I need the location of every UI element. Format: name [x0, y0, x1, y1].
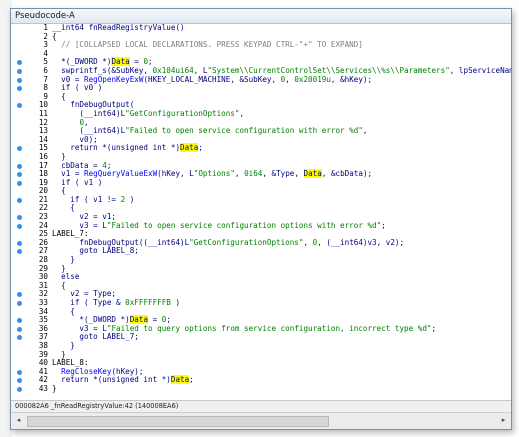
breakpoint-dot-icon[interactable] [17, 326, 22, 332]
code-token[interactable]: 0x20019u [294, 75, 331, 84]
code-token[interactable]: , &hKey); [331, 75, 372, 84]
breakpoint-dot-icon[interactable] [17, 180, 22, 186]
code-token[interactable]: ; [198, 143, 203, 153]
code-line[interactable]: 11 (__int64)L"GetConfigurationOptions", [37, 109, 507, 119]
pseudocode-window: Pseudocode-A 1 __int64 fnReadRegistryValu… [10, 8, 512, 430]
code-line[interactable]: 33 if ( Type & 0xFFFFFFFB ) [17, 298, 507, 308]
code-line[interactable]: 37 goto LABEL_7; [17, 333, 507, 342]
code-token[interactable]: "Failed to open service configuration wi… [125, 126, 363, 135]
window-title: Pseudocode-A [15, 11, 75, 21]
code-token[interactable]: "Options" [194, 169, 235, 178]
code-token[interactable]: "GetConfigurationOptions" [189, 238, 303, 247]
code-token[interactable]: __int64 fnReadRegistryValue() [52, 24, 185, 32]
code-line[interactable]: 3 // [COLLAPSED LOCAL DECLARATIONS. PRES… [37, 40, 507, 50]
highlighted-token[interactable]: Data [180, 143, 199, 153]
highlighted-token[interactable]: Data [170, 375, 190, 385]
code-token[interactable]: return *(unsigned int *) [52, 143, 180, 153]
code-line[interactable]: 19 if ( v1 ) [17, 178, 507, 188]
status-bar: 000082A6 _fnReadRegistryValue:42 (140008… [11, 400, 511, 412]
code-line[interactable]: 42 return *(unsigned int *)Data; [17, 375, 507, 385]
code-token[interactable]: "Failed to open service configuration op… [107, 221, 381, 230]
code-token[interactable]: // [COLLAPSED LOCAL DECLARATIONS. PRESS … [52, 40, 363, 49]
line-gutter [25, 24, 37, 399]
code-token[interactable]: "GetConfigurationOptions" [125, 109, 239, 118]
code-line[interactable]: 39 } [37, 350, 507, 360]
scroll-left-icon[interactable]: ◂ [13, 415, 24, 426]
code-token[interactable]: (hKey, L [157, 169, 194, 178]
code-token[interactable]: , [363, 126, 368, 135]
code-token[interactable]: 0xFFFFFFFB [125, 298, 171, 307]
code-token[interactable]: , &cbData); [322, 169, 372, 178]
breakpoint-dot-icon[interactable] [17, 386, 22, 392]
code-token[interactable]: , [235, 169, 244, 178]
code-token[interactable]: , (__int64)v3, v2); [317, 238, 404, 247]
code-line[interactable]: 1 __int64 fnReadRegistryValue() [37, 24, 507, 33]
code-token[interactable]: (HKEY_LOCAL_MACHINE, &SubKey, [143, 75, 280, 84]
breakpoint-dot-icon[interactable] [17, 68, 22, 74]
code-token[interactable]: , &Type, [262, 169, 303, 178]
breakpoint-dot-icon[interactable] [17, 77, 22, 83]
breakpoint-dot-icon[interactable] [17, 240, 22, 246]
code-line[interactable]: 8 if ( v0 ) [17, 83, 507, 93]
code-line[interactable]: 24 v3 = L"Failed to open service configu… [17, 221, 507, 231]
code-area[interactable]: 1 __int64 fnReadRegistryValue() 2{3 // [CO… [17, 24, 511, 399]
scroll-right-icon[interactable]: ▸ [498, 415, 509, 426]
code-line[interactable]: 7 v0 = RegOpenKeyExW(HKEY_LOCAL_MACHINE,… [17, 75, 507, 85]
code-token[interactable]: , [303, 238, 312, 247]
breakpoint-dot-icon[interactable] [17, 369, 22, 375]
code-line[interactable]: 43} [17, 383, 507, 394]
code-token[interactable]: ; [189, 375, 194, 385]
status-text: 000082A6 _fnReadRegistryValue:42 (140008… [15, 402, 179, 410]
code-line[interactable]: 18 v1 = RegQueryValueExW(hKey, L"Options… [17, 169, 507, 179]
code-token[interactable]: , lpServiceName); [450, 66, 511, 75]
code-token[interactable]: , [239, 109, 244, 118]
highlighted-token[interactable]: Data [303, 169, 322, 179]
scroll-thumb[interactable] [27, 416, 329, 427]
code-line[interactable]: 29 } [37, 264, 507, 274]
breakpoint-dot-icon[interactable] [17, 163, 22, 169]
line-number: 43 [38, 383, 48, 393]
code-token[interactable]: ; [381, 221, 386, 230]
code-line[interactable]: 28 } [37, 255, 507, 265]
code-line[interactable]: 13 (__int64)L"Failed to open service con… [37, 126, 507, 136]
code-line[interactable]: 21 if ( v1 != 2 ) [17, 195, 507, 205]
code-token[interactable]: ) [125, 195, 135, 204]
code-editor[interactable]: 1 __int64 fnReadRegistryValue() 2{3 // [CO… [11, 24, 511, 399]
horizontal-scrollbar[interactable]: ◂ ▸ [11, 412, 511, 429]
code-line[interactable]: 30 else [37, 272, 507, 282]
code-token[interactable]: return *(unsigned int *) [52, 375, 171, 385]
code-line[interactable]: 27 goto LABEL_8; [17, 247, 507, 256]
code-token[interactable]: } [52, 384, 57, 393]
window-titlebar[interactable]: Pseudocode-A [11, 9, 511, 24]
breakpoint-dot-icon[interactable] [17, 301, 22, 306]
code-token[interactable]: 0i64 [244, 169, 262, 178]
breakpoint-dot-icon[interactable] [17, 223, 22, 229]
code-token[interactable]: ) [171, 298, 180, 307]
code-token[interactable]: "Failed to query options from service co… [107, 324, 432, 333]
code-line[interactable]: 15 return *(unsigned int *)Data; [17, 143, 507, 153]
code-token[interactable]: , [285, 75, 294, 84]
code-line[interactable]: 38 } [37, 341, 507, 351]
code-token[interactable]: ; [431, 324, 436, 333]
breakpoint-dot-icon[interactable] [17, 197, 22, 203]
